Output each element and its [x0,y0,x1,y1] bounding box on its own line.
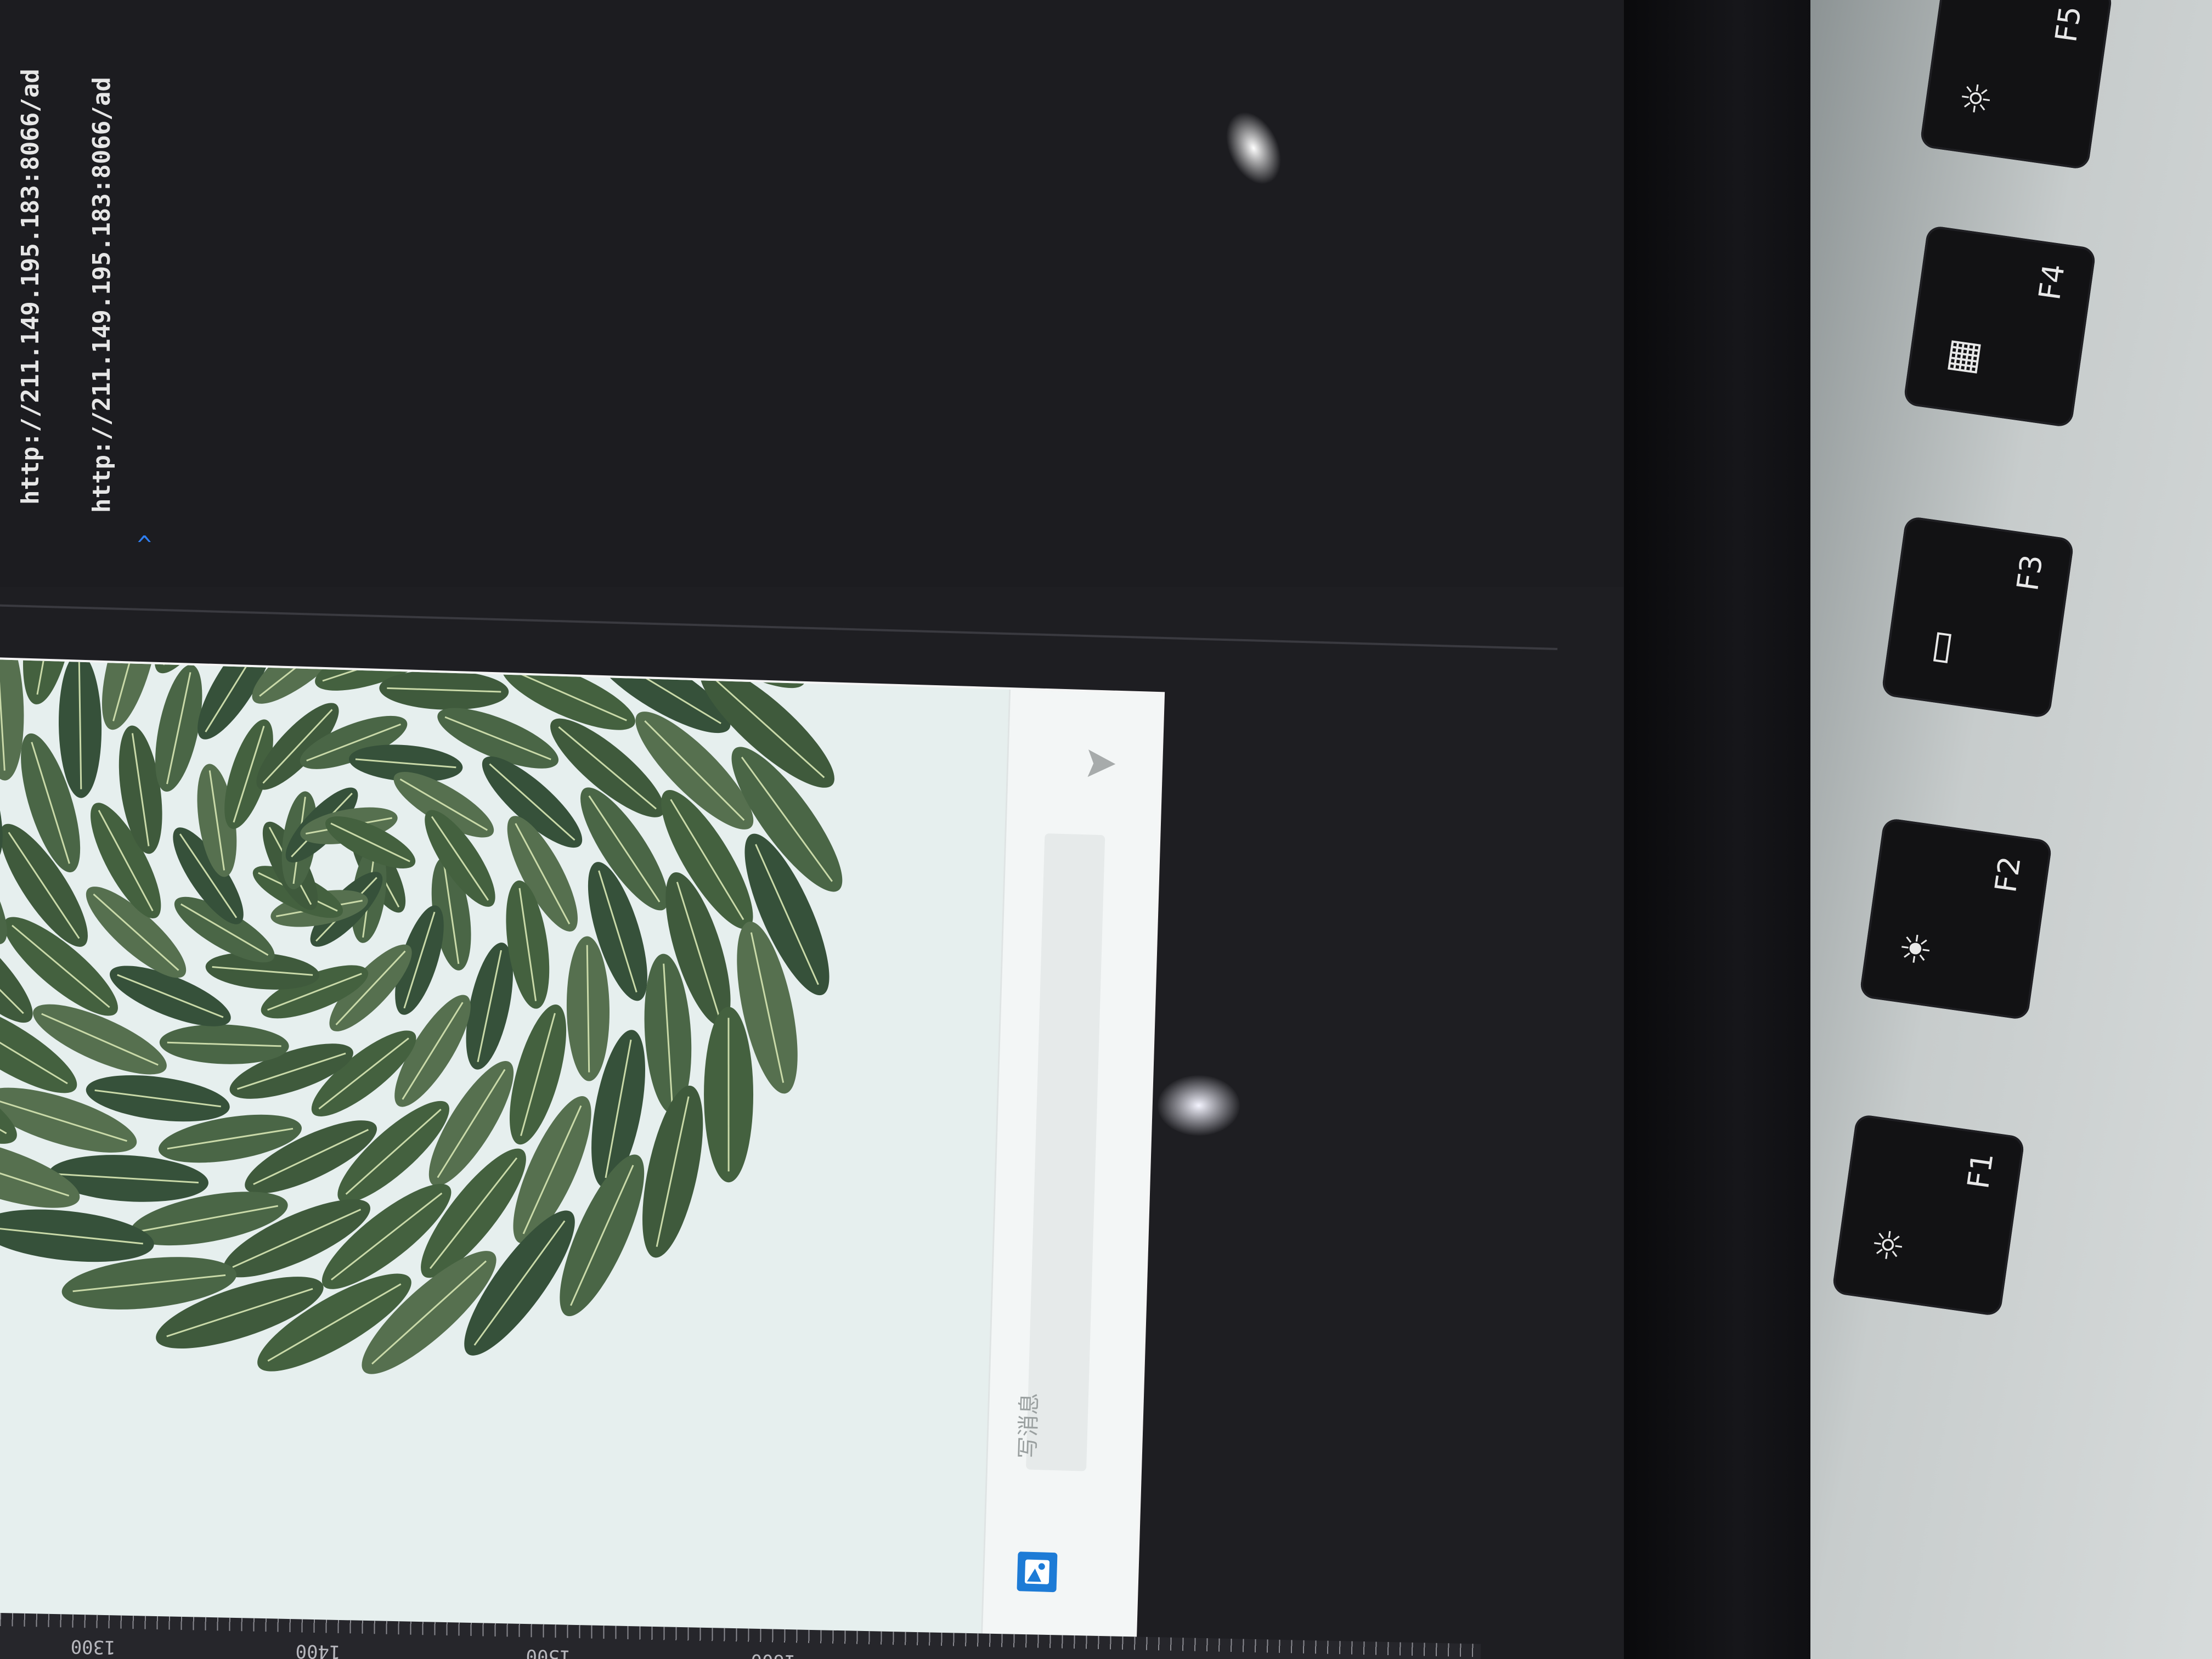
pane-divider[interactable] [0,603,1558,650]
laptop-keyboard: F5 ☼ F4 ▦ F3 ▭ F2 ☀ F1 ☼ [1810,0,2212,1659]
launchpad-icon: ▦ [1936,335,1986,378]
leaf [438,658,583,659]
leaf-vein [661,658,795,679]
ruler-label: 1300 [70,1635,116,1658]
key-f4[interactable]: F4 ▦ [1903,225,2097,428]
key-label: F5 [2048,4,2088,44]
ruler-label: 1400 [295,1640,341,1659]
image-button[interactable] [1017,1551,1058,1593]
ruler-label: 1500 [526,1645,571,1659]
ruler-label: 1700 [981,1654,1026,1659]
terminal-line[interactable]: http://211.149.195.183:8066/ad [88,77,116,513]
message-composer: 写消息 [980,689,1163,1649]
key-f5[interactable]: F5 ☼ [1919,0,2113,170]
send-button[interactable] [1079,741,1124,786]
monitor-screen: http://211.149.195.183:8066/ad http://21… [0,0,1624,1659]
keyboard-light-icon: ☼ [1952,78,2002,119]
terminal-pane: http://211.149.195.183:8066/ad http://21… [0,0,1624,587]
image-icon [1024,1559,1049,1584]
brightness-up-icon: ☀ [1892,928,1942,969]
key-f2[interactable]: F2 ☀ [1859,817,2053,1020]
message-placeholder: 写消息 [1015,1392,1043,1459]
message-input[interactable] [1025,833,1105,1471]
leaf-mandala-photo [0,658,1009,1644]
mission-control-icon: ▭ [1914,626,1964,669]
key-f1[interactable]: F1 ☼ [1831,1114,2025,1317]
leaf [525,658,692,660]
key-label: F4 [2032,262,2072,302]
terminal-caret: ^ [137,531,152,559]
key-label: F3 [2010,552,2050,593]
key-label: F2 [1988,854,2028,895]
key-label: F1 [1960,1150,2000,1191]
image-message-window: 写消息 [0,658,1163,1649]
leaf [0,1209,154,1262]
terminal-line[interactable]: http://211.149.195.183:8066/ad [16,69,44,505]
brightness-down-icon: ☼ [1864,1224,1914,1266]
screen-glare [1158,1075,1240,1136]
key-f3[interactable]: F3 ▭ [1881,516,2075,719]
send-icon [1087,749,1116,777]
monitor-bezel [1624,0,1832,1659]
ruler-label: 1600 [751,1650,796,1659]
